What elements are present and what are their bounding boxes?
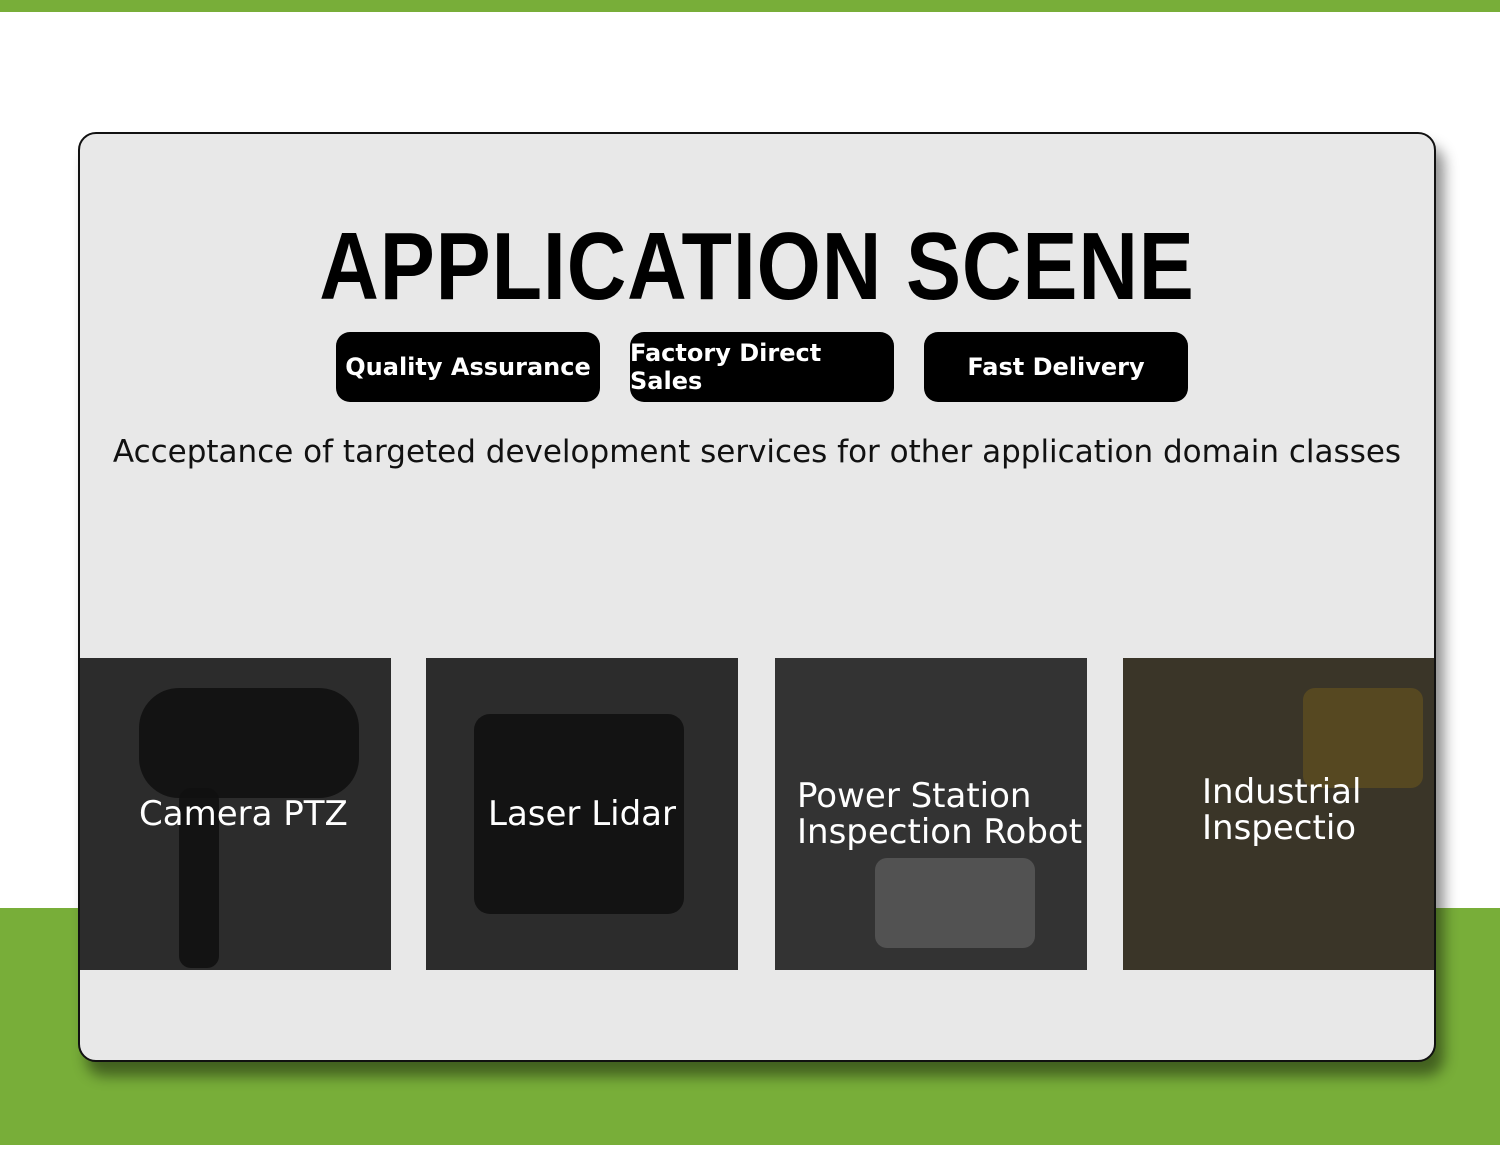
badge-factory-direct-sales: Factory Direct Sales (630, 332, 894, 402)
badge-quality-assurance: Quality Assurance (336, 332, 600, 402)
tile-label: Camera PTZ (139, 794, 348, 834)
page-title: APPLICATION SCENE (319, 213, 1195, 320)
tile-laser-lidar[interactable]: Laser Lidar (426, 658, 738, 970)
tile-camera-ptz[interactable]: Camera PTZ (80, 658, 391, 970)
description: Acceptance of targeted development servi… (112, 434, 1402, 470)
tile-label: Industrial Inspectio (1202, 774, 1361, 846)
tile-label-line: Industrial (1202, 772, 1362, 812)
tile-label: Power Station Inspection Robot (797, 778, 1082, 850)
tile-label-line: Inspectio (1202, 808, 1357, 848)
tile-label: Laser Lidar (488, 794, 676, 834)
tile-power-station-robot[interactable]: Power Station Inspection Robot (775, 658, 1087, 970)
feature-badges: Quality Assurance Factory Direct Sales F… (336, 332, 1188, 402)
tile-industrial-inspection[interactable]: Industrial Inspectio (1123, 658, 1434, 970)
tile-label-line: Inspection Robot (797, 812, 1083, 852)
camera-image (139, 688, 359, 798)
badge-fast-delivery: Fast Delivery (924, 332, 1188, 402)
robot-image (875, 858, 1035, 948)
top-green-band (0, 0, 1500, 12)
application-scene-card: APPLICATION SCENE Quality Assurance Fact… (78, 132, 1436, 1062)
tile-label-line: Power Station (797, 776, 1032, 816)
